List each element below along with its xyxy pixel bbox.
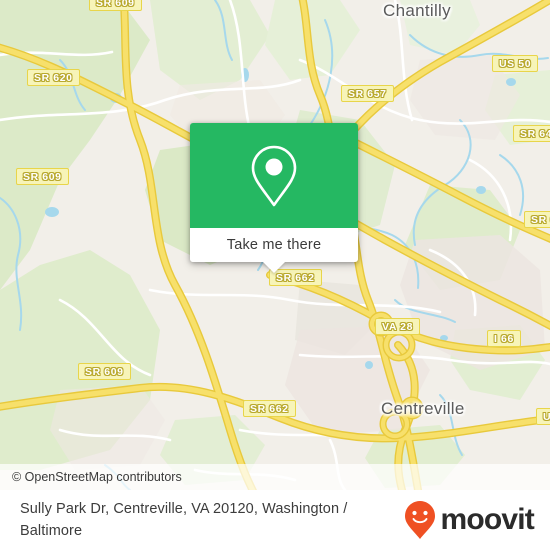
moovit-pin-icon [405, 501, 436, 539]
road-shield-i66: I 66 [487, 330, 521, 347]
popup-header [190, 123, 358, 228]
place-label-chantilly: Chantilly [383, 1, 451, 20]
road-shield-sr6-partial: SR 6 [524, 211, 550, 228]
location-popup-card[interactable]: Take me there [190, 123, 358, 273]
place-label-centreville: Centreville [381, 399, 465, 418]
map-container[interactable]: Chantilly Centreville SR 609 SR 620 SR 6… [0, 0, 550, 490]
attribution-text: © OpenStreetMap contributors [12, 470, 182, 484]
moovit-wordmark: moovit [440, 503, 534, 536]
location-title: Sully Park Dr, Centreville, VA 20120, Wa… [20, 501, 348, 539]
road-shield-us-partial: US [536, 408, 550, 425]
road-shield-sr645: SR 645 [513, 125, 550, 142]
footer-bar: Sully Park Dr, Centreville, VA 20120, Wa… [0, 490, 550, 550]
road-shield-sr620: SR 620 [27, 69, 80, 86]
popup-pointer-tail [263, 262, 285, 273]
map-attribution: © OpenStreetMap contributors [0, 464, 550, 490]
map-pin-icon [251, 145, 297, 206]
road-shield-sr609-south: SR 609 [78, 363, 131, 380]
take-me-there-label: Take me there [226, 237, 322, 253]
road-shield-sr609-north: SR 609 [89, 0, 142, 11]
road-shield-sr662-south: SR 662 [243, 400, 296, 417]
moovit-logo: moovit [403, 500, 535, 540]
road-shield-sr657: SR 657 [341, 85, 394, 102]
road-shield-us50: US 50 [492, 55, 539, 72]
road-shield-sr609-west: SR 609 [16, 168, 69, 185]
take-me-there-button[interactable]: Take me there [190, 228, 358, 262]
map-page: Chantilly Centreville SR 609 SR 620 SR 6… [0, 0, 550, 550]
road-shield-va28: VA 28 [375, 318, 421, 335]
